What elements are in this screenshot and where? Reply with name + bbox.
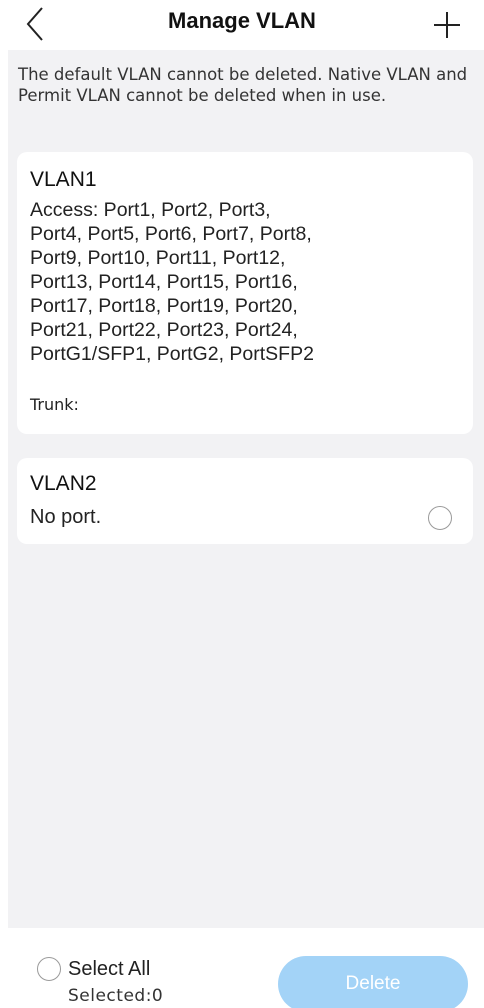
vlan-ports: Access: Port1, Port2, Port3, Port4, Port…	[30, 198, 430, 366]
header: Manage VLAN	[0, 0, 484, 50]
select-all-label[interactable]: Select All	[68, 958, 150, 981]
ports-line: Port13, Port14, Port15, Port16,	[30, 271, 298, 293]
ports-line: Port4, Port5, Port6, Port7, Port8,	[30, 223, 312, 245]
selected-count: Selected:0	[68, 986, 164, 1006]
delete-button[interactable]: Delete	[278, 956, 468, 1008]
select-all-radio[interactable]	[37, 957, 61, 981]
page-title: Manage VLAN	[168, 8, 316, 33]
ports-line: Port17, Port18, Port19, Port20,	[30, 295, 298, 317]
vlan-name: VLAN1	[30, 168, 97, 191]
ports-line: Access: Port1, Port2, Port3,	[30, 199, 271, 221]
vlan-card-vlan1[interactable]: VLAN1 Access: Port1, Port2, Port3, Port4…	[17, 152, 473, 434]
add-vlan-button[interactable]	[430, 8, 464, 42]
vlan-card-vlan2[interactable]: VLAN2 No port.	[17, 458, 473, 544]
ports-line: PortG1/SFP1, PortG2, PortSFP2	[30, 343, 314, 365]
vlan-select-radio[interactable]	[428, 506, 452, 530]
notice-text: The default VLAN cannot be deleted. Nati…	[18, 65, 468, 105]
ports-line: Port9, Port10, Port11, Port12,	[30, 247, 286, 269]
vlan-ports: No port.	[30, 506, 102, 528]
footer-bar: Select All Selected:0 Delete	[0, 928, 484, 1008]
content-area: The default VLAN cannot be deleted. Nati…	[8, 50, 484, 928]
plus-icon	[434, 12, 460, 38]
ports-line: Port21, Port22, Port23, Port24,	[30, 319, 298, 341]
vlan-name: VLAN2	[30, 472, 97, 495]
vlan-trunk: Trunk:	[30, 395, 79, 414]
